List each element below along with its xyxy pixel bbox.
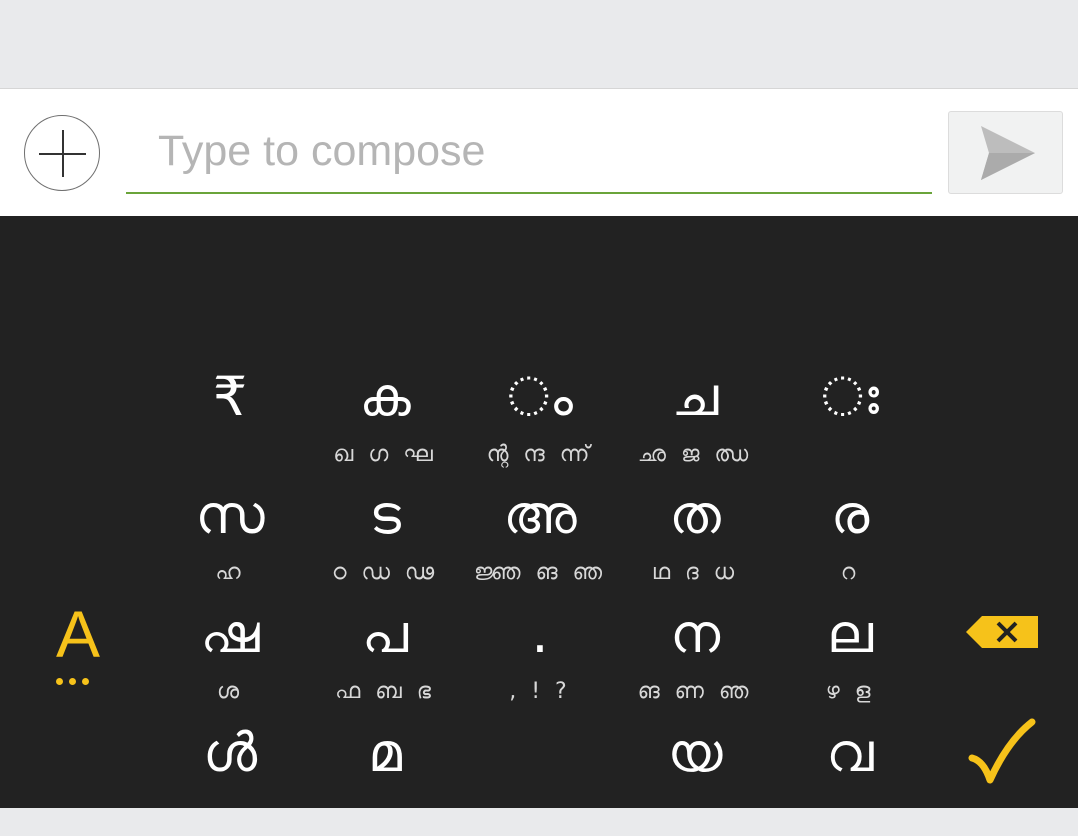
- done-key[interactable]: [966, 718, 1038, 786]
- key-sub-label: ങ ണ ഞ: [637, 679, 753, 704]
- key-main-label: ₹: [212, 365, 248, 428]
- key-r4c5[interactable]: വ: [775, 718, 925, 836]
- key-main-label: ല: [826, 602, 874, 665]
- key-r3c4[interactable]: ന ങ ണ ഞ: [620, 599, 770, 717]
- more-dots-icon: [56, 670, 100, 685]
- key-r4c4[interactable]: യ: [620, 718, 770, 836]
- key-r3c2[interactable]: പ ഫ ബ ഭ: [310, 599, 460, 717]
- key-r1c5[interactable]: ഃ: [775, 362, 925, 480]
- key-main-label: ന: [669, 602, 721, 665]
- add-attachment-button[interactable]: [24, 115, 100, 191]
- key-sub-label: റ: [840, 560, 860, 585]
- key-r2c2[interactable]: ട ഠ ഡ ഢ: [310, 480, 460, 598]
- key-r2c4[interactable]: ത ഥ ദ ധ: [620, 480, 770, 598]
- key-r4c1[interactable]: ൾ: [155, 718, 305, 836]
- key-sub-label: ഥ ദ ധ: [651, 560, 739, 585]
- key-main-label: സ: [195, 483, 265, 546]
- key-sub-label: ഫ ബ ഭ: [335, 679, 435, 704]
- key-main-label: അ: [503, 483, 577, 546]
- key-r2c1[interactable]: സ ഹ: [155, 480, 305, 598]
- key-r2c3[interactable]: അ ജ്ഞ ങ ഞ: [465, 480, 615, 598]
- key-r1c1[interactable]: ₹: [155, 362, 305, 480]
- key-main-label: ക: [359, 365, 411, 428]
- language-switch-icon: A: [55, 597, 101, 671]
- backspace-icon: [966, 616, 1038, 648]
- key-main-label: മ: [368, 721, 402, 784]
- key-sub-label: ജ്ഞ ങ ഞ: [473, 560, 607, 585]
- key-main-label: പ: [361, 602, 409, 665]
- key-r4c2[interactable]: മ: [310, 718, 460, 836]
- key-r2c5[interactable]: ര റ: [775, 480, 925, 598]
- key-main-label: ത: [669, 483, 721, 546]
- key-sub-label: ശ: [216, 679, 244, 704]
- key-sub-label: ഹ: [215, 560, 245, 585]
- key-sub-label: [155, 440, 305, 470]
- space-key[interactable]: [465, 718, 615, 836]
- key-sub-label: ന്റ ന്ദ ന്ന്: [486, 442, 594, 467]
- key-r3c1[interactable]: ഷ ശ: [155, 599, 305, 717]
- key-sub-label: ഠ ഡ ഢ: [331, 560, 439, 585]
- language-switch-key[interactable]: A: [42, 597, 114, 685]
- key-main-label: ഷ: [200, 602, 260, 665]
- compose-input[interactable]: [126, 112, 932, 190]
- key-main-label: വ: [826, 721, 874, 784]
- send-button[interactable]: [948, 111, 1063, 194]
- key-main-label: ര: [830, 483, 870, 546]
- top-bar: [0, 0, 1078, 89]
- key-sub-label: ഴ ള: [825, 679, 875, 704]
- key-sub-label: , ! ?: [509, 679, 571, 704]
- key-main-label: ച: [671, 365, 719, 428]
- plus-circle-icon: [39, 130, 86, 177]
- key-r1c3[interactable]: ം ന്റ ന്ദ ന്ന്: [465, 362, 615, 480]
- key-sub-label: ഖ ഗ ഘ: [333, 442, 437, 467]
- backspace-key[interactable]: [964, 608, 1042, 656]
- key-r3c3[interactable]: . , ! ?: [465, 599, 615, 717]
- key-main-label: ം: [507, 365, 573, 428]
- compose-field[interactable]: [126, 112, 932, 194]
- send-arrow-icon: [981, 126, 1035, 180]
- key-main-label: [465, 718, 615, 788]
- key-main-label: ൾ: [202, 721, 258, 784]
- key-main-label: യ: [667, 721, 723, 784]
- key-main-label: .: [531, 602, 549, 665]
- checkmark-icon: [968, 718, 1036, 784]
- key-main-label: ഃ: [821, 365, 879, 428]
- key-sub-label: ഛ ജ ഝ: [637, 442, 753, 467]
- key-main-label: ട: [369, 483, 401, 546]
- key-r3c5[interactable]: ല ഴ ള: [775, 599, 925, 717]
- key-r1c2[interactable]: ക ഖ ഗ ഘ: [310, 362, 460, 480]
- key-sub-label: [775, 440, 925, 470]
- key-r1c4[interactable]: ച ഛ ജ ഝ: [620, 362, 770, 480]
